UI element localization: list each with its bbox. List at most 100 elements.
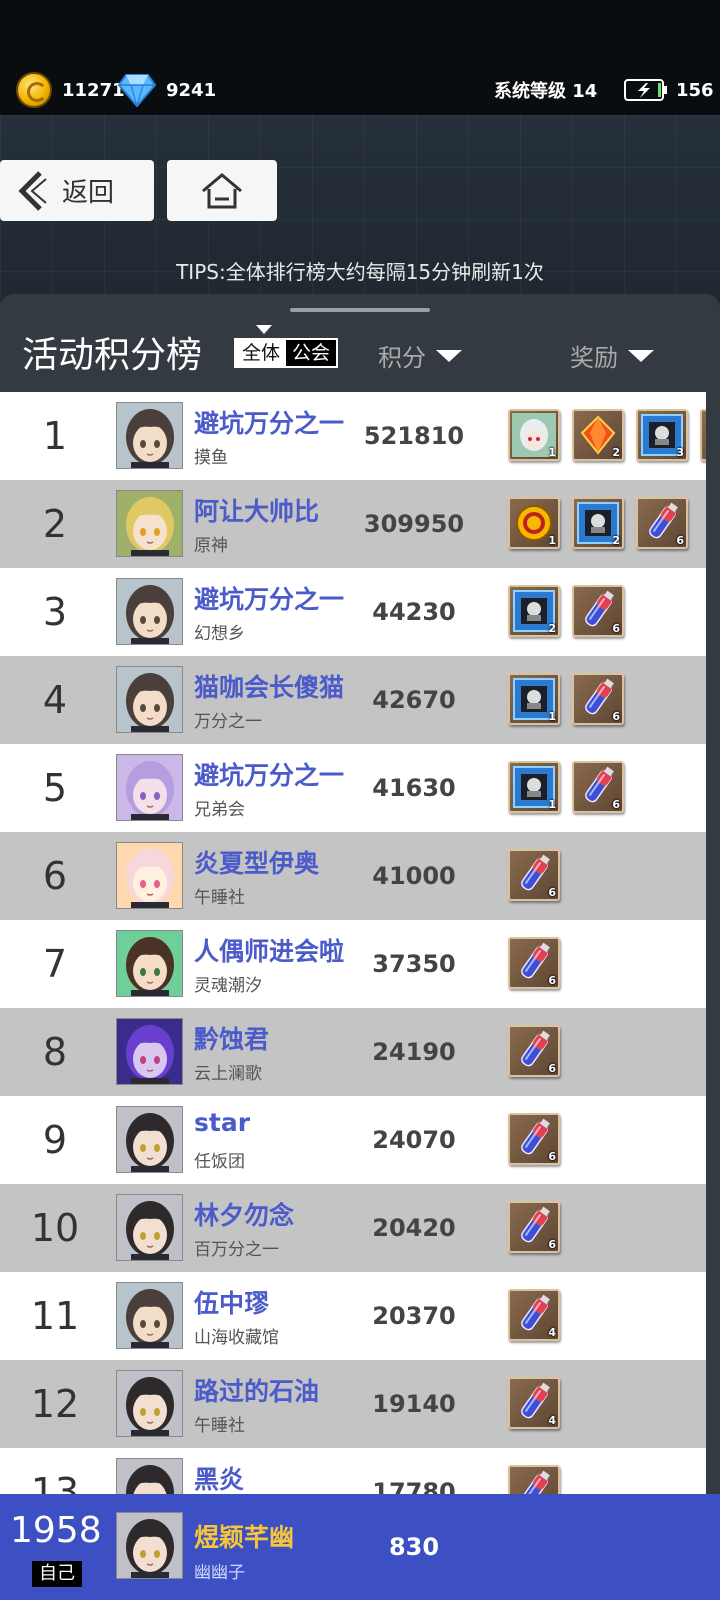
blue-chip-icon[interactable]: 2 xyxy=(572,497,624,549)
rank-number: 9 xyxy=(42,1118,68,1162)
player-avatar[interactable] xyxy=(116,1282,183,1349)
potion-vial-icon[interactable]: 6 xyxy=(572,585,624,637)
player-name[interactable]: 人偶师进会啦 xyxy=(194,932,344,968)
player-name[interactable]: 伍中璆 xyxy=(194,1284,269,1320)
player-avatar[interactable] xyxy=(116,490,183,557)
player-name[interactable]: 黔蚀君 xyxy=(194,1020,269,1056)
blue-chip-icon[interactable]: 2 xyxy=(508,585,560,637)
ranking-row[interactable]: 6 炎夏型伊奥 午睡社 41000 6 xyxy=(0,832,706,920)
ranking-row[interactable]: 12 路过的石油 午睡社 19140 4 xyxy=(0,1360,706,1448)
potion-vial-icon[interactable]: 6 xyxy=(508,937,560,989)
ranking-row[interactable]: 10 林夕勿念 百万分之一 20420 6 xyxy=(0,1184,706,1272)
player-avatar[interactable] xyxy=(116,1458,183,1494)
reward-header-label: 奖励 xyxy=(570,344,618,372)
my-rank-bar[interactable]: 1958 自己 煜颖芊幽 幽幽子 830 xyxy=(0,1494,720,1600)
reward-count: 6 xyxy=(548,1150,556,1163)
ranking-row[interactable]: 8 黔蚀君 云上澜歌 24190 6 xyxy=(0,1008,706,1096)
ranking-row[interactable]: 5 避坑万分之一 兄弟会 41630 1 6 xyxy=(0,744,706,832)
rank-number: 11 xyxy=(30,1294,80,1338)
player-name[interactable]: 黑炎 xyxy=(194,1460,244,1494)
back-button[interactable]: 返回 xyxy=(0,160,154,221)
reward-count: 6 xyxy=(548,886,556,899)
player-avatar[interactable] xyxy=(116,1106,183,1173)
player-score: 41000 xyxy=(372,862,456,890)
player-name[interactable]: 路过的石油 xyxy=(194,1372,319,1408)
scope-toggle[interactable]: 全体 公会 xyxy=(234,338,339,368)
potion-vial-icon[interactable]: 6 xyxy=(508,1113,560,1165)
ranking-row[interactable]: 4 猫咖会长傻猫 万分之一 42670 1 6 xyxy=(0,656,706,744)
player-score: 24190 xyxy=(372,1038,456,1066)
player-avatar[interactable] xyxy=(116,1370,183,1437)
coin-counter[interactable]: 11271 xyxy=(16,72,125,108)
guild-name: 午睡社 xyxy=(194,888,245,908)
ranking-row[interactable]: 3 避坑万分之一 幻想乡 44230 2 6 xyxy=(0,568,706,656)
ranking-row[interactable]: 11 伍中璆 山海收藏馆 20370 4 xyxy=(0,1272,706,1360)
ranking-list[interactable]: 1 避坑万分之一 摸鱼 521810 1 2 3 2 阿让大帅比 原神 309950 1 2 6 3 避坑万分… xyxy=(0,392,706,1494)
player-name[interactable]: 林夕勿念 xyxy=(194,1196,294,1232)
gem-counter[interactable]: 9241 xyxy=(118,72,216,108)
my-avatar[interactable] xyxy=(116,1512,183,1579)
red-crystal-icon[interactable]: 2 xyxy=(572,409,624,461)
player-avatar[interactable] xyxy=(116,930,183,997)
reward-sort-header[interactable]: 奖励 xyxy=(570,338,654,373)
player-avatar[interactable] xyxy=(116,578,183,645)
system-level: 系统等级 14 xyxy=(494,81,598,102)
player-avatar[interactable] xyxy=(116,1194,183,1261)
potion-vial-icon[interactable] xyxy=(508,1465,560,1494)
item-icon[interactable] xyxy=(700,409,706,461)
score-sort-header[interactable]: 积分 xyxy=(378,338,462,373)
player-avatar[interactable] xyxy=(116,754,183,821)
player-name[interactable]: 避坑万分之一 xyxy=(194,756,344,792)
gem-amount: 9241 xyxy=(166,79,217,101)
player-avatar[interactable] xyxy=(116,666,183,733)
my-rank: 1958 xyxy=(10,1510,102,1551)
back-label: 返回 xyxy=(62,178,115,208)
filter-guild-tab[interactable]: 公会 xyxy=(286,340,337,366)
potion-vial-icon[interactable]: 6 xyxy=(508,849,560,901)
reward-list: 6 xyxy=(508,849,572,901)
ranking-row[interactable]: 9 star 任饭团 24070 6 xyxy=(0,1096,706,1184)
potion-vial-icon[interactable]: 6 xyxy=(508,1025,560,1077)
ranking-row[interactable]: 7 人偶师进会啦 灵魂潮汐 37350 6 xyxy=(0,920,706,1008)
caret-down-icon xyxy=(256,325,272,334)
coin-icon[interactable]: 1 xyxy=(508,497,560,549)
energy-counter[interactable]: 156 xyxy=(624,72,714,108)
reward-list: 6 xyxy=(508,1025,572,1077)
player-name[interactable]: 阿让大帅比 xyxy=(194,492,319,528)
reward-list: 6 xyxy=(508,1113,572,1165)
rank-number: 3 xyxy=(42,590,68,634)
ranking-row[interactable]: 2 阿让大帅比 原神 309950 1 2 6 xyxy=(0,480,706,568)
potion-vial-icon[interactable]: 4 xyxy=(508,1289,560,1341)
blue-chip-icon[interactable]: 1 xyxy=(508,761,560,813)
rank-number: 8 xyxy=(42,1030,68,1074)
player-name[interactable]: 猫咖会长傻猫 xyxy=(194,668,344,704)
reward-count: 6 xyxy=(676,534,684,547)
guild-name: 任饭团 xyxy=(194,1152,245,1172)
character-card-icon[interactable]: 1 xyxy=(508,409,560,461)
player-name[interactable]: 避坑万分之一 xyxy=(194,404,344,440)
reward-list: 6 xyxy=(508,1201,572,1253)
gold-coin-icon xyxy=(16,72,52,108)
potion-vial-icon[interactable]: 6 xyxy=(572,673,624,725)
player-avatar[interactable] xyxy=(116,842,183,909)
reward-list: 1 2 3 xyxy=(508,409,706,461)
reward-list: 16 xyxy=(508,761,636,813)
player-avatar[interactable] xyxy=(116,402,183,469)
player-name[interactable]: star xyxy=(194,1108,250,1137)
ranking-row[interactable]: 1 避坑万分之一 摸鱼 521810 1 2 3 xyxy=(0,392,706,480)
filter-all-tab[interactable]: 全体 xyxy=(236,340,287,366)
potion-vial-icon[interactable]: 6 xyxy=(508,1201,560,1253)
potion-vial-icon[interactable]: 6 xyxy=(572,761,624,813)
player-name[interactable]: 炎夏型伊奥 xyxy=(194,844,319,880)
reward-count: 1 xyxy=(548,710,556,723)
player-avatar[interactable] xyxy=(116,1018,183,1085)
drag-handle[interactable] xyxy=(290,308,430,312)
home-button[interactable] xyxy=(167,160,277,221)
player-name[interactable]: 避坑万分之一 xyxy=(194,580,344,616)
potion-vial-icon[interactable]: 4 xyxy=(508,1377,560,1429)
potion-vial-icon[interactable]: 6 xyxy=(636,497,688,549)
blue-chip-icon[interactable]: 1 xyxy=(508,673,560,725)
reward-list: 4 xyxy=(508,1377,572,1429)
ranking-row[interactable]: 13 黑炎 17780 xyxy=(0,1448,706,1494)
blue-chip-icon[interactable]: 3 xyxy=(636,409,688,461)
